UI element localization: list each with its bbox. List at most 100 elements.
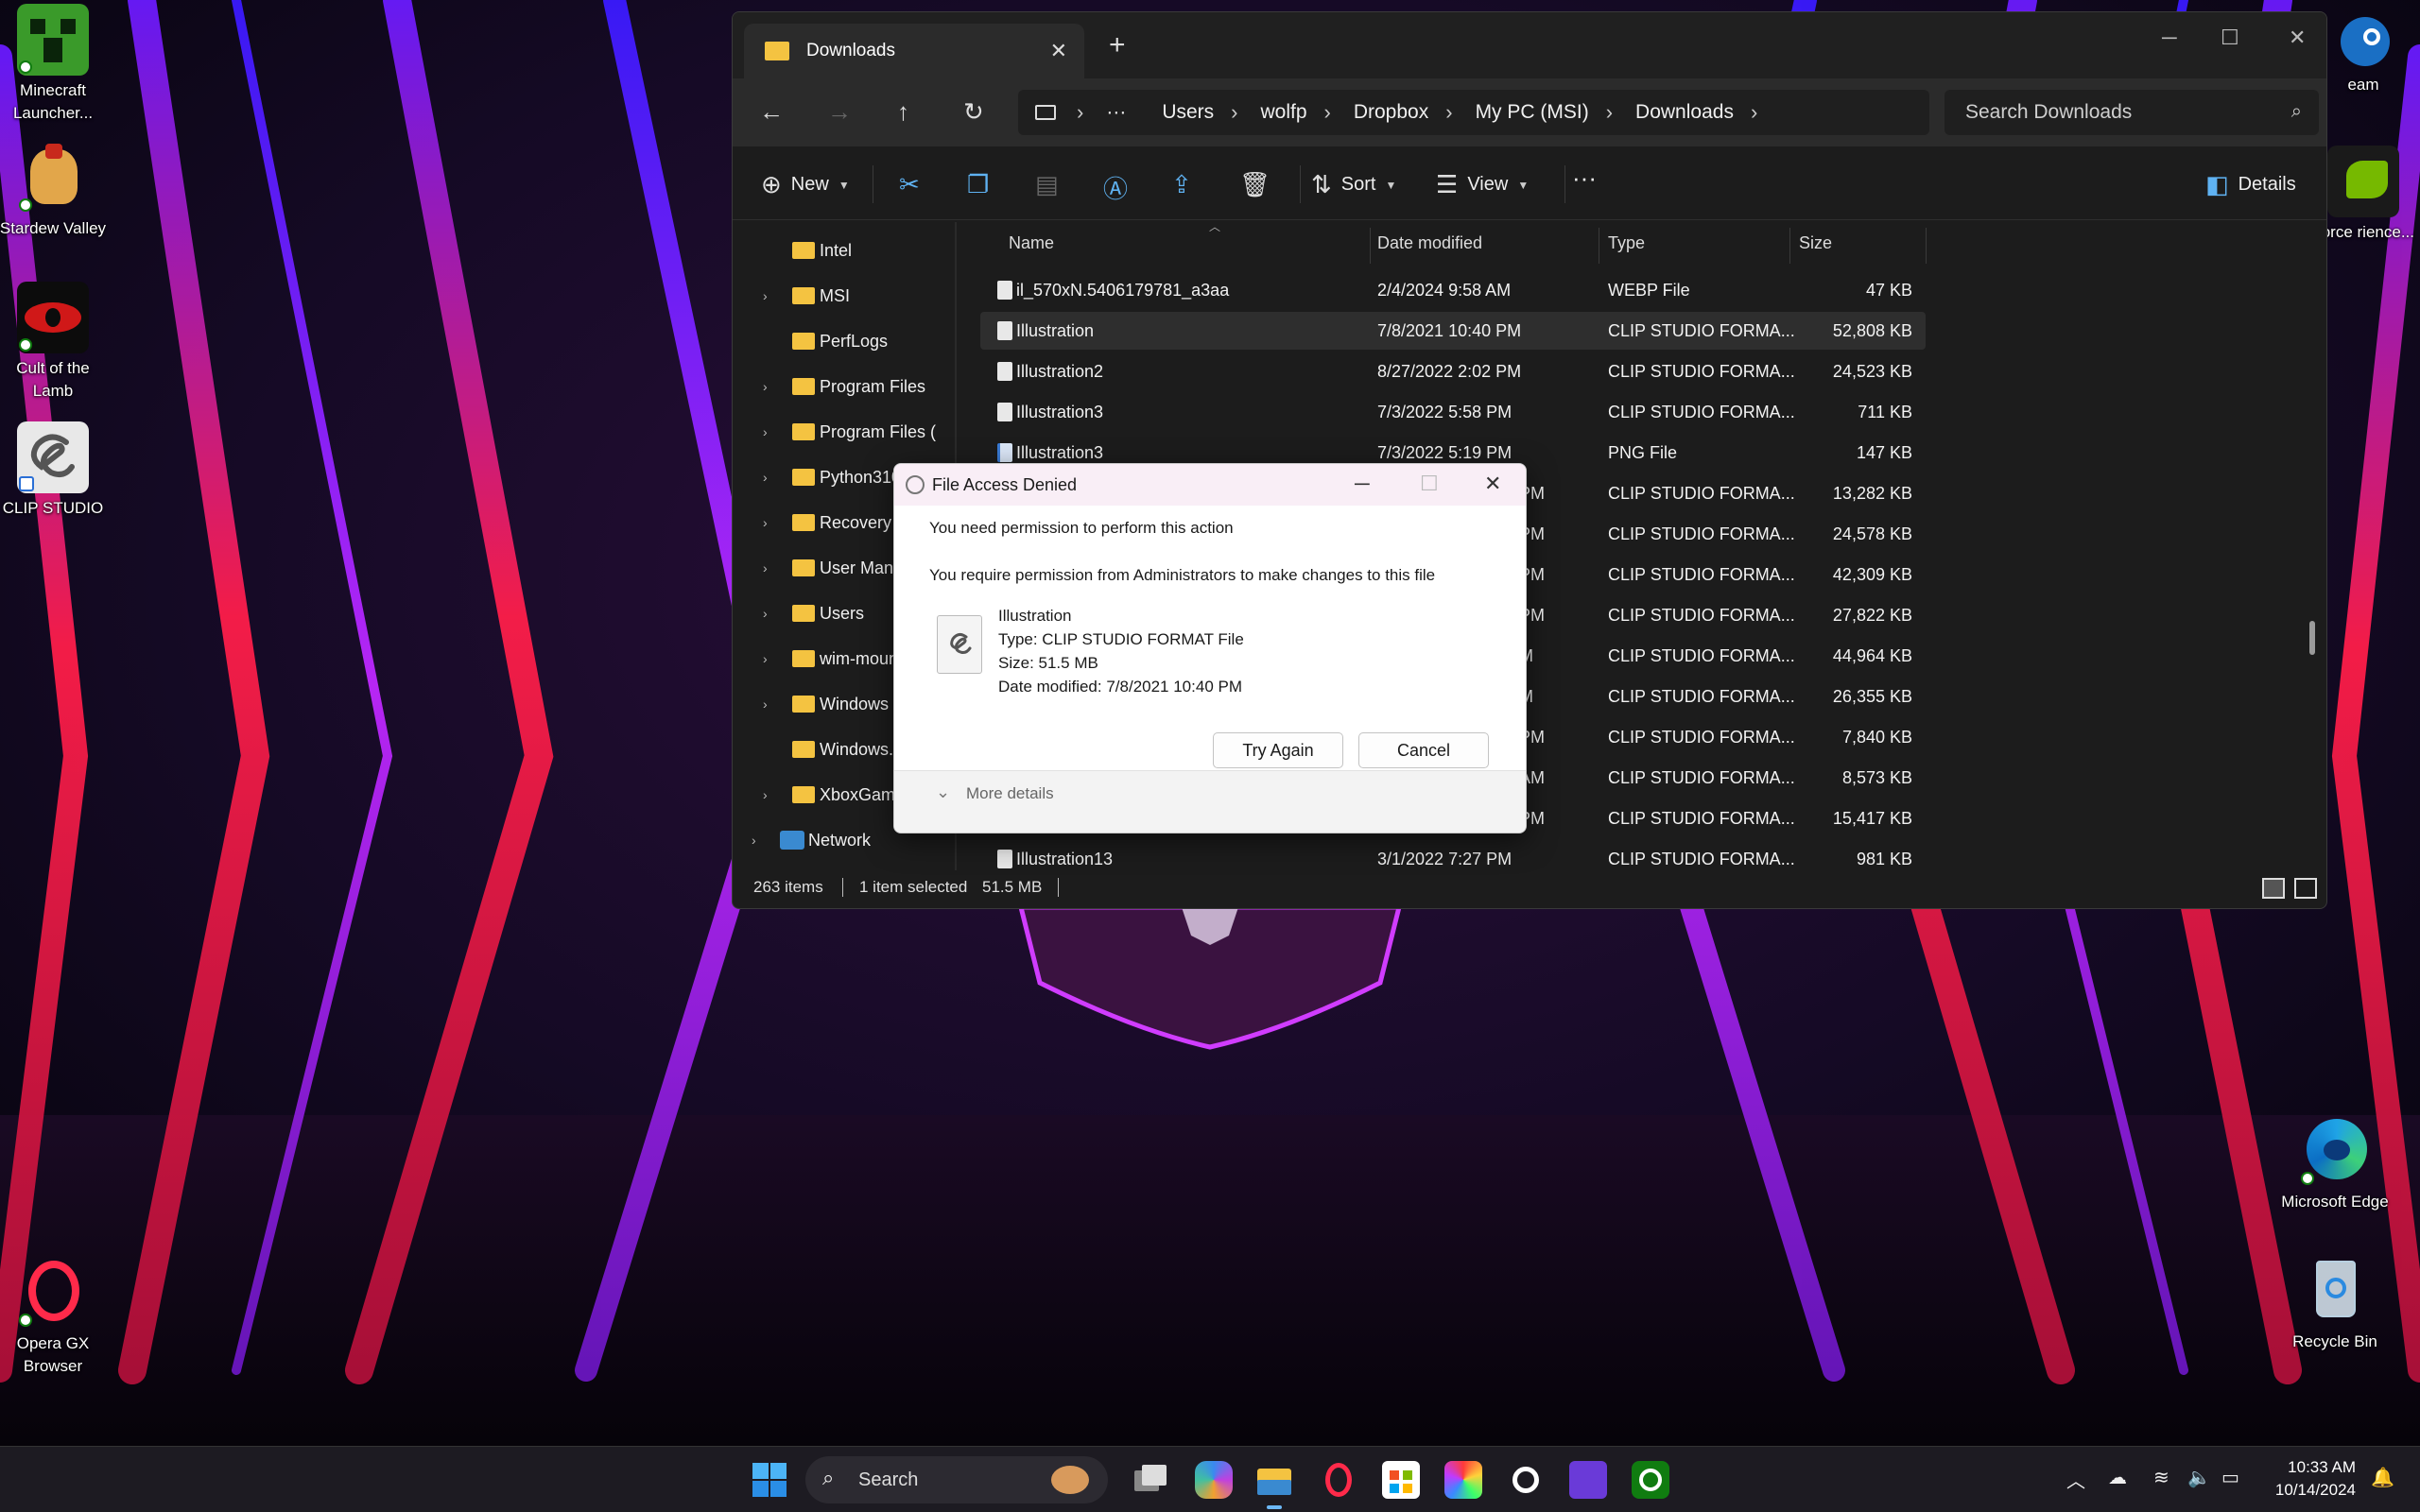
clip-studio-taskbar-icon[interactable] (1569, 1461, 1607, 1499)
address-toolbar: ← → ↑ ↻ › ··· Users › wolfp › Dropbox › … (733, 78, 2326, 146)
clip-studio-icon (17, 421, 89, 493)
more-options-button[interactable]: ··· (1572, 163, 1597, 193)
copilot-icon[interactable] (1195, 1461, 1233, 1499)
nav-item-msi[interactable]: › MSI (733, 275, 954, 317)
up-button[interactable]: ↑ (897, 97, 909, 127)
nav-item-perflogs[interactable]: PerfLogs (733, 320, 954, 362)
forward-button[interactable]: → (827, 97, 852, 127)
chevron-right-icon[interactable]: › (763, 651, 768, 666)
nav-item-program-files-x86[interactable]: › Program Files ( (733, 411, 954, 453)
breadcrumb-wolfp[interactable]: wolfp (1260, 101, 1306, 124)
share-button[interactable]: ⇪ (1171, 170, 1201, 199)
new-button[interactable]: ⊕ New ▼ (761, 170, 850, 199)
nav-item-program-files[interactable]: › Program Files (733, 366, 954, 407)
tab-downloads[interactable]: Downloads ✕ (744, 24, 1084, 78)
details-view-icon[interactable] (2262, 878, 2285, 899)
column-divider[interactable] (1370, 228, 1371, 264)
file-type-cell: CLIP STUDIO FORMA... (1608, 850, 1795, 868)
chevron-right-icon[interactable]: › (763, 424, 768, 439)
file-access-denied-dialog: File Access Denied ─ ☐ ✕ You need permis… (893, 463, 1527, 833)
nav-item-intel[interactable]: Intel (733, 230, 954, 271)
notification-bell-icon[interactable]: 🔔 (2371, 1466, 2394, 1489)
chevron-right-icon[interactable]: › (763, 379, 768, 394)
try-again-button[interactable]: Try Again (1213, 732, 1343, 768)
dialog-close-button[interactable]: ✕ (1484, 472, 1501, 496)
xbox-icon[interactable] (1632, 1461, 1669, 1499)
chevron-right-icon[interactable]: › (763, 560, 768, 576)
file-size-cell: 711 KB (1858, 403, 1912, 421)
close-tab-icon[interactable]: ✕ (1050, 39, 1067, 63)
desktop-icon-microsoft-edge[interactable]: Microsoft Edge (2278, 1115, 2392, 1213)
column-divider[interactable] (1789, 228, 1790, 264)
table-row[interactable]: Illustration2 8/27/2022 2:02 PM CLIP STUDI… (980, 352, 1926, 390)
column-header-date[interactable]: Date modified (1377, 233, 1482, 253)
chevron-up-icon[interactable]: ︿ (2066, 1466, 2085, 1493)
close-window-button[interactable]: ✕ (2289, 26, 2306, 50)
file-icon (997, 850, 1012, 868)
view-button[interactable]: ☰ View ▼ (1436, 170, 1529, 199)
cancel-button[interactable]: Cancel (1358, 732, 1489, 768)
battery-icon[interactable]: ▭ (2221, 1466, 2239, 1489)
rename-button[interactable]: Ⓐ (1103, 170, 1137, 205)
chevron-down-icon[interactable]: ⌄ (936, 782, 950, 802)
back-button[interactable]: ← (759, 97, 784, 127)
more-details-toggle[interactable]: More details (966, 784, 1054, 803)
breadcrumb-users[interactable]: Users (1162, 101, 1214, 124)
search-input[interactable]: Search Downloads ⌕ (1945, 90, 2319, 135)
chevron-right-icon[interactable]: › (763, 515, 768, 530)
desktop-icon-opera-gx[interactable]: Opera GX Browser (0, 1257, 110, 1378)
chevron-right-icon[interactable]: › (752, 833, 756, 848)
taskbar-search[interactable]: ⌕ Search (805, 1456, 1108, 1503)
breadcrumb-my-pc[interactable]: My PC (MSI) (1476, 101, 1589, 124)
breadcrumb-more[interactable]: ··· (1106, 101, 1126, 124)
dialog-message-primary: You need permission to perform this acti… (929, 519, 1234, 537)
chevron-right-icon[interactable]: › (763, 606, 768, 621)
start-button[interactable] (751, 1461, 788, 1499)
table-row[interactable]: Illustration 7/8/2021 10:40 PM CLIP STUDIO… (980, 312, 1926, 350)
microsoft-store-icon[interactable] (1382, 1461, 1420, 1499)
refresh-button[interactable]: ↻ (963, 97, 984, 127)
chevron-right-icon[interactable]: › (763, 696, 768, 712)
desktop-icon-clip-studio[interactable]: CLIP STUDIO (0, 421, 110, 520)
table-row[interactable]: il_570xN.5406179781_a3aa 2/4/2024 9:58 AM… (980, 271, 1926, 309)
taskbar-clock[interactable]: 10:33 AM 10/14/2024 (2265, 1456, 2356, 1502)
table-row[interactable]: Illustration3 7/3/2022 5:58 PM CLIP STUDIO… (980, 393, 1926, 431)
file-size-cell: 26,355 KB (1832, 687, 1912, 706)
scrollbar-thumb[interactable] (2309, 621, 2315, 655)
new-tab-button[interactable]: + (1109, 29, 1126, 61)
column-header-name[interactable]: Name (1009, 233, 1054, 253)
address-bar[interactable]: › ··· Users › wolfp › Dropbox › My PC (M… (1018, 90, 1929, 135)
file-explorer-icon[interactable] (1255, 1461, 1293, 1499)
minimize-button[interactable]: ─ (2162, 26, 2177, 50)
column-divider[interactable] (1926, 228, 1927, 264)
desktop-icon-cult-of-the-lamb[interactable]: Cult of the Lamb (0, 282, 110, 403)
dialog-minimize-button[interactable]: ─ (1355, 472, 1370, 496)
column-header-type[interactable]: Type (1608, 233, 1645, 253)
tiles-view-icon[interactable] (2294, 878, 2317, 899)
maximize-button[interactable]: ☐ (2221, 26, 2239, 50)
desktop-icon-label: CLIP STUDIO (2, 499, 104, 517)
desktop-icon-stardew-valley[interactable]: Stardew Valley (0, 142, 110, 240)
color-app-icon[interactable] (1444, 1461, 1482, 1499)
chevron-right-icon[interactable]: › (763, 288, 768, 303)
desktop-icon-minecraft[interactable]: Minecraft Launcher... (0, 4, 110, 125)
details-pane-button[interactable]: ◧ Details (2205, 170, 2296, 199)
breadcrumb-dropbox[interactable]: Dropbox (1354, 101, 1428, 124)
chevron-right-icon[interactable]: › (763, 470, 768, 485)
onedrive-icon[interactable]: ☁ (2108, 1466, 2127, 1489)
breadcrumb-downloads[interactable]: Downloads (1635, 101, 1734, 124)
dialog-maximize-button[interactable]: ☐ (1420, 472, 1439, 496)
cut-button[interactable]: ✂ (899, 170, 929, 199)
opera-gx-taskbar-icon[interactable] (1320, 1461, 1357, 1499)
steelseries-icon[interactable] (1507, 1461, 1545, 1499)
column-header-size[interactable]: Size (1799, 233, 1832, 253)
paste-button[interactable]: ▤ (1035, 170, 1068, 199)
wifi-icon[interactable]: ≋ (2153, 1466, 2169, 1489)
sort-button[interactable]: ⇅ Sort ▼ (1311, 170, 1396, 199)
volume-icon[interactable]: 🔈 (2187, 1466, 2211, 1489)
desktop-icon-recycle-bin[interactable]: Recycle Bin (2278, 1255, 2392, 1353)
chevron-right-icon[interactable]: › (763, 787, 768, 802)
delete-button[interactable]: 🗑 (1239, 170, 1280, 199)
task-view-icon[interactable] (1131, 1461, 1168, 1499)
copy-button[interactable]: ❐ (967, 170, 998, 199)
